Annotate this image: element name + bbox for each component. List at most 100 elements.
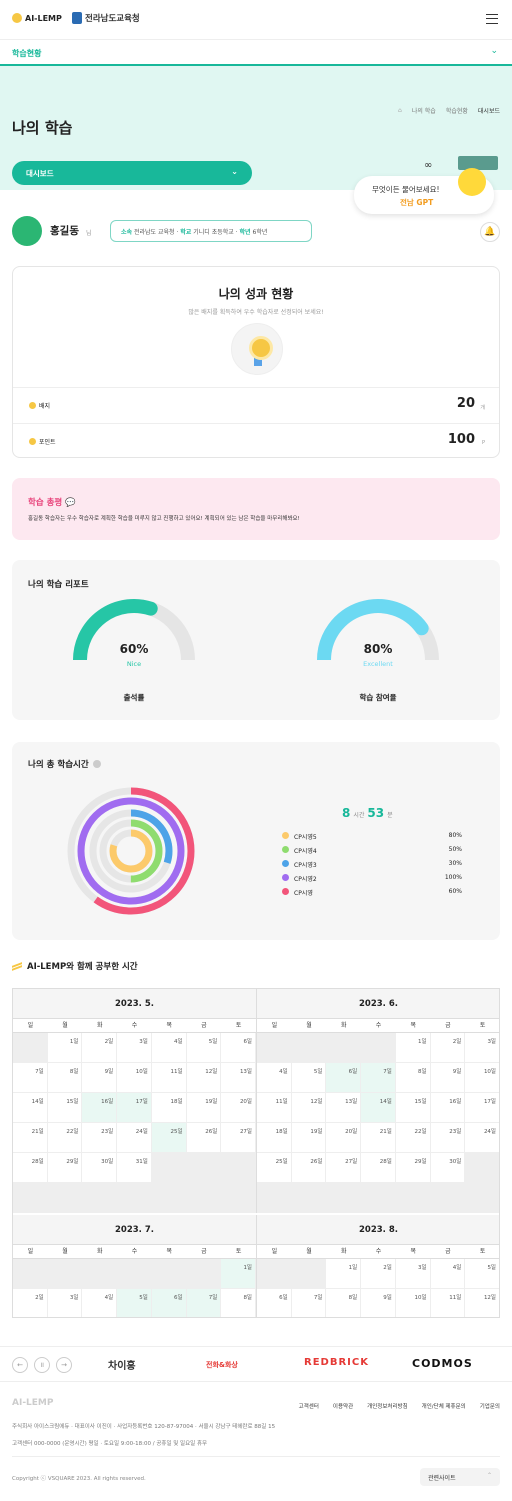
breadcrumb-item[interactable]: 대시보드 <box>478 106 500 115</box>
calendar-day[interactable]: 27일 <box>326 1153 362 1183</box>
partner-logo[interactable]: CODMOS <box>412 1357 473 1370</box>
calendar-day[interactable]: 15일 <box>395 1093 431 1123</box>
calendar-day[interactable]: 1일 <box>326 1259 362 1289</box>
calendar-day[interactable]: 1일 <box>221 1259 256 1289</box>
footer-link[interactable]: 이용약관 <box>333 1402 353 1410</box>
calendar-day[interactable]: 6일 <box>221 1033 256 1063</box>
calendar-day[interactable]: 25일 <box>257 1153 292 1183</box>
calendar-day[interactable]: 21일 <box>361 1123 396 1153</box>
calendar-day[interactable]: 4일 <box>430 1259 466 1289</box>
calendar-day[interactable]: 4일 <box>82 1289 118 1317</box>
calendar-day[interactable]: 12일 <box>291 1093 327 1123</box>
calendar-day[interactable]: 30일 <box>82 1153 118 1183</box>
sub-navigation[interactable]: 학습현황 ⌄ <box>0 40 512 66</box>
partner-logo[interactable]: 전화&화상 <box>206 1360 238 1370</box>
calendar-day[interactable]: 20일 <box>221 1093 256 1123</box>
calendar-day[interactable]: 1일 <box>395 1033 431 1063</box>
calendar-day[interactable]: 2일 <box>82 1033 118 1063</box>
breadcrumb-item[interactable]: 나의 학습 <box>412 106 436 115</box>
calendar-day[interactable]: 8일 <box>221 1289 256 1317</box>
calendar-day[interactable]: 15일 <box>47 1093 83 1123</box>
calendar-day[interactable]: 11일 <box>151 1063 187 1093</box>
calendar-day[interactable]: 19일 <box>186 1093 222 1123</box>
footer-link[interactable]: 기업문의 <box>480 1402 500 1410</box>
pause-icon[interactable]: ॥ <box>34 1357 50 1373</box>
calendar-day[interactable]: 12일 <box>465 1289 499 1317</box>
calendar-day[interactable]: 24일 <box>117 1123 152 1153</box>
dashboard-select[interactable]: 대시보드 ⌄ <box>12 161 252 185</box>
calendar-day[interactable]: 11일 <box>257 1093 292 1123</box>
calendar-day[interactable]: 4일 <box>151 1033 187 1063</box>
calendar-day[interactable]: 8일 <box>326 1289 362 1317</box>
calendar-day[interactable]: 2일 <box>430 1033 466 1063</box>
calendar-day[interactable]: 28일 <box>13 1153 48 1183</box>
calendar-day[interactable]: 9일 <box>82 1063 118 1093</box>
calendar-day[interactable]: 3일 <box>395 1259 431 1289</box>
calendar-day[interactable]: 29일 <box>47 1153 83 1183</box>
calendar-day[interactable]: 6일 <box>151 1289 187 1317</box>
calendar-day[interactable]: 30일 <box>430 1153 466 1183</box>
calendar-day[interactable]: 13일 <box>326 1093 362 1123</box>
calendar-day[interactable]: 6일 <box>326 1063 362 1093</box>
info-icon[interactable] <box>92 760 101 768</box>
calendar-day[interactable]: 10일 <box>117 1063 152 1093</box>
calendar-day[interactable]: 6일 <box>257 1289 292 1317</box>
calendar-day[interactable]: 28일 <box>361 1153 396 1183</box>
calendar-day[interactable]: 31일 <box>117 1153 152 1183</box>
calendar-day[interactable]: 10일 <box>396 1289 431 1317</box>
calendar-day[interactable]: 4일 <box>257 1063 292 1093</box>
calendar-day[interactable]: 5일 <box>291 1063 327 1093</box>
calendar-day[interactable]: 8일 <box>47 1063 83 1093</box>
home-icon[interactable]: ⌂ <box>398 107 402 114</box>
calendar-day[interactable]: 23일 <box>430 1123 466 1153</box>
prev-arrow-icon[interactable]: ← <box>12 1357 28 1373</box>
calendar-day[interactable]: 23일 <box>82 1123 118 1153</box>
calendar-day[interactable]: 5일 <box>186 1033 222 1063</box>
calendar-day[interactable]: 17일 <box>465 1093 499 1123</box>
calendar-day[interactable]: 20일 <box>326 1123 362 1153</box>
calendar-day[interactable]: 12일 <box>186 1063 222 1093</box>
calendar-day[interactable]: 3일 <box>117 1033 152 1063</box>
calendar-day[interactable]: 14일 <box>13 1093 48 1123</box>
calendar-day[interactable]: 29일 <box>395 1153 431 1183</box>
partner-logo[interactable]: REDBRICK <box>304 1357 369 1368</box>
footer-link[interactable]: 개인/단체 제휴문의 <box>422 1402 466 1410</box>
calendar-day[interactable]: 7일 <box>186 1289 222 1317</box>
partner-logo[interactable]: 차이홍 <box>108 1357 136 1372</box>
family-site-select[interactable]: 관련사이트 ⌃ <box>420 1468 500 1486</box>
calendar-day[interactable]: 8일 <box>395 1063 431 1093</box>
calendar-day[interactable]: 9일 <box>361 1289 396 1317</box>
calendar-day[interactable]: 17일 <box>117 1093 152 1123</box>
calendar-day[interactable]: 26일 <box>291 1153 327 1183</box>
breadcrumb-item[interactable]: 학습현황 <box>446 106 468 115</box>
calendar-day[interactable]: 7일 <box>361 1063 396 1093</box>
calendar-day[interactable]: 18일 <box>151 1093 187 1123</box>
ai-lemp-logo[interactable]: AI-LEMP <box>12 13 62 23</box>
calendar-day[interactable]: 9일 <box>430 1063 466 1093</box>
calendar-day[interactable]: 27일 <box>221 1123 256 1153</box>
calendar-day[interactable]: 22일 <box>395 1123 431 1153</box>
calendar-day[interactable]: 25일 <box>151 1123 187 1153</box>
calendar-day[interactable]: 13일 <box>221 1063 256 1093</box>
next-arrow-icon[interactable]: → <box>56 1357 72 1373</box>
calendar-day[interactable]: 3일 <box>48 1289 83 1317</box>
calendar-day[interactable]: 22일 <box>47 1123 83 1153</box>
chevron-down-icon[interactable]: ⌄ <box>490 46 498 56</box>
hamburger-menu-icon[interactable] <box>486 14 498 24</box>
calendar-day[interactable]: 19일 <box>291 1123 327 1153</box>
calendar-day[interactable]: 26일 <box>186 1123 222 1153</box>
jeonnam-edu-logo[interactable]: 전라남도교육청 <box>72 12 140 24</box>
calendar-day[interactable]: 21일 <box>13 1123 48 1153</box>
calendar-day[interactable]: 10일 <box>465 1063 499 1093</box>
calendar-day[interactable]: 7일 <box>292 1289 327 1317</box>
calendar-day[interactable]: 1일 <box>47 1033 83 1063</box>
calendar-day[interactable]: 7일 <box>13 1063 48 1093</box>
calendar-day[interactable]: 3일 <box>465 1033 499 1063</box>
calendar-day[interactable]: 24일 <box>465 1123 499 1153</box>
calendar-day[interactable]: 5일 <box>117 1289 152 1317</box>
footer-link[interactable]: 개인정보처리방침 <box>367 1402 407 1410</box>
calendar-day[interactable]: 16일 <box>82 1093 118 1123</box>
calendar-day[interactable]: 18일 <box>257 1123 292 1153</box>
calendar-day[interactable]: 11일 <box>431 1289 466 1317</box>
footer-link[interactable]: 고객센터 <box>299 1402 319 1410</box>
